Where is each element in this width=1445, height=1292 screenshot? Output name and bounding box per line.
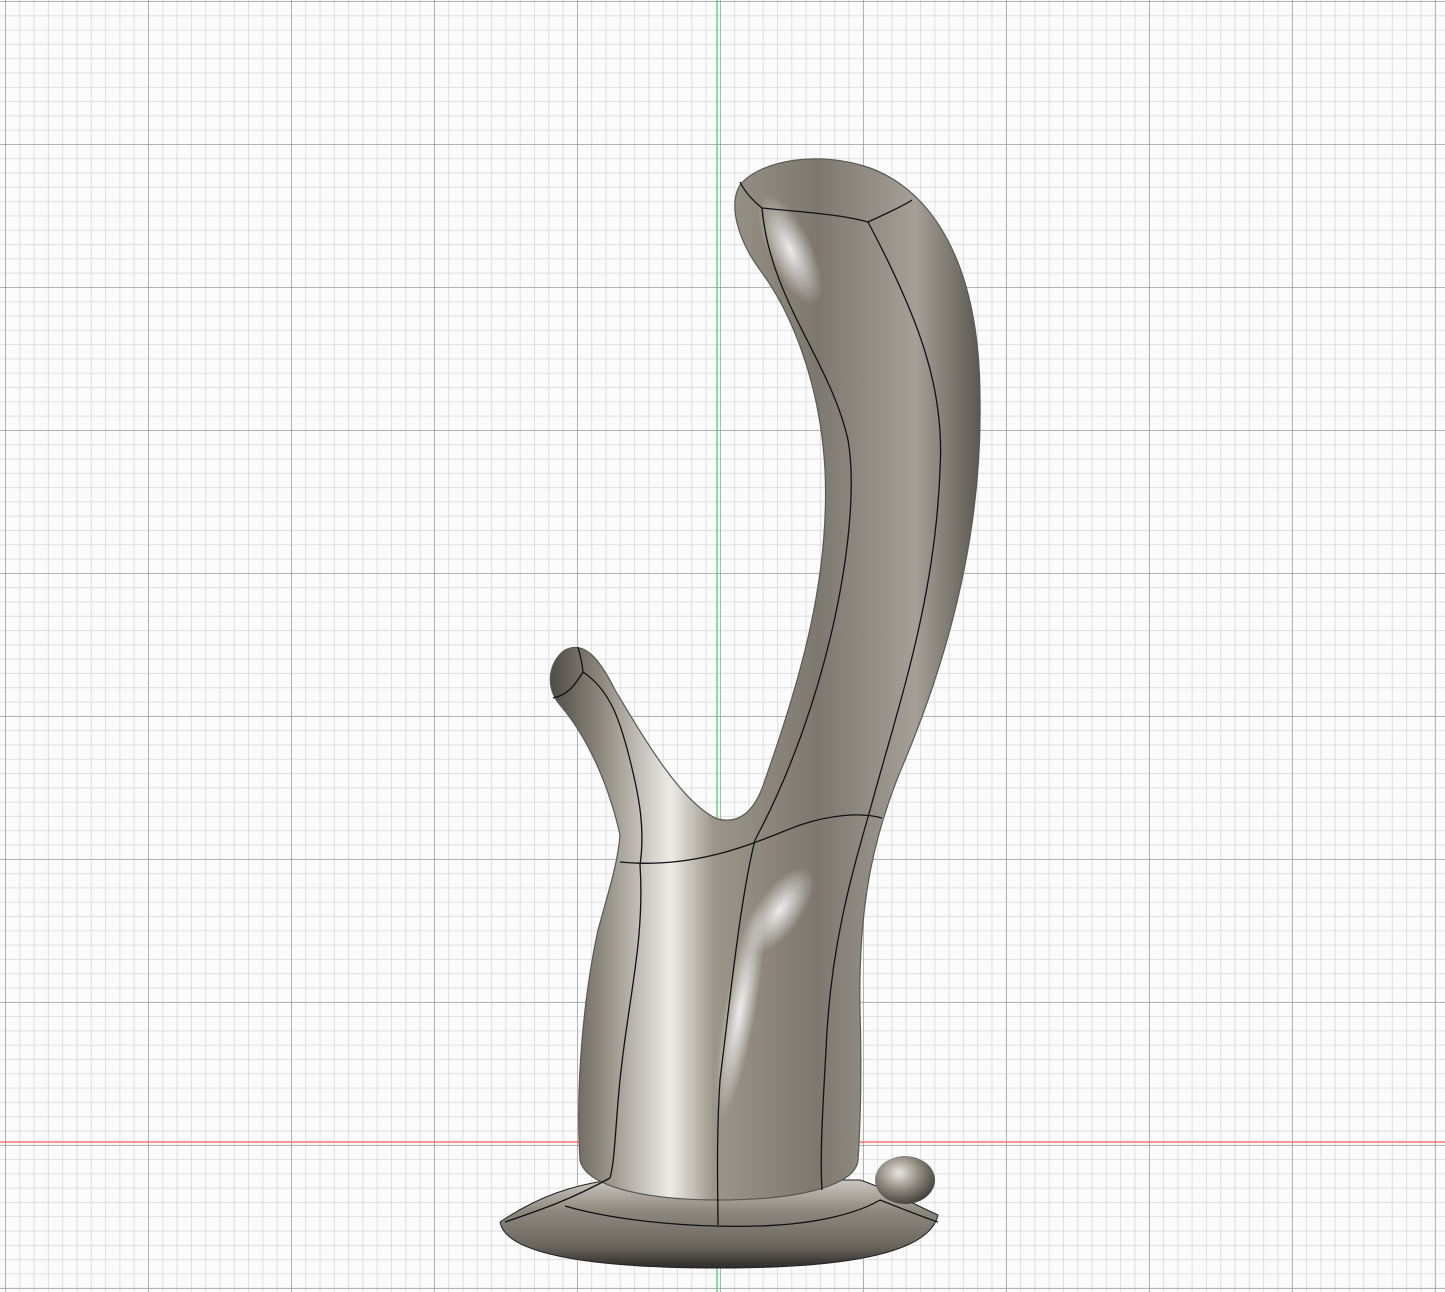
sculpt-model[interactable]: [499, 158, 981, 1269]
model-body[interactable]: [549, 158, 981, 1201]
knob-sphere[interactable]: [875, 1156, 935, 1204]
3d-viewport[interactable]: [0, 0, 1445, 1292]
model-canvas[interactable]: [0, 0, 1445, 1292]
